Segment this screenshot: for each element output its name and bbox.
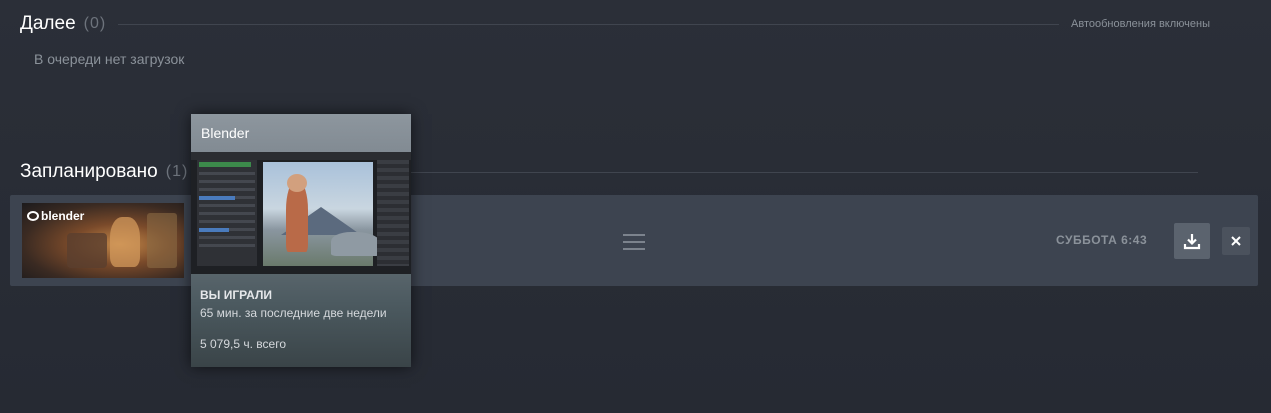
- next-section-header: Далее (0) Автообновления включены: [20, 12, 1210, 36]
- scheduled-section-count: (1): [165, 163, 189, 180]
- next-section-count: (0): [83, 15, 107, 32]
- remove-from-queue-button[interactable]: [1222, 227, 1250, 255]
- game-screenshot: [191, 152, 411, 274]
- empty-queue-message: В очереди нет загрузок: [34, 51, 185, 67]
- game-hover-card: Blender ВЫ ИГРАЛИ 65 мин. за последние д…: [191, 114, 411, 367]
- close-icon: [1231, 236, 1241, 246]
- scheduled-time: СУББОТА 6:43: [1056, 233, 1148, 247]
- game-thumbnail[interactable]: blender: [22, 203, 184, 278]
- scheduled-section-title: Запланировано: [20, 161, 158, 182]
- blender-logo: blender: [27, 209, 84, 223]
- recent-playtime: 65 мин. за последние две недели: [200, 306, 387, 320]
- drag-handle-icon[interactable]: [623, 234, 645, 250]
- next-section-title: Далее: [20, 13, 76, 34]
- section-divider: [118, 23, 1060, 25]
- download-icon: [1183, 234, 1201, 250]
- blender-logo-icon: [27, 211, 39, 221]
- auto-update-status[interactable]: Автообновления включены: [1071, 18, 1210, 30]
- download-now-button[interactable]: [1174, 223, 1210, 259]
- hover-card-title: Blender: [201, 125, 250, 141]
- played-label: ВЫ ИГРАЛИ: [200, 288, 272, 302]
- total-playtime: 5 079,5 ч. всего: [200, 337, 286, 351]
